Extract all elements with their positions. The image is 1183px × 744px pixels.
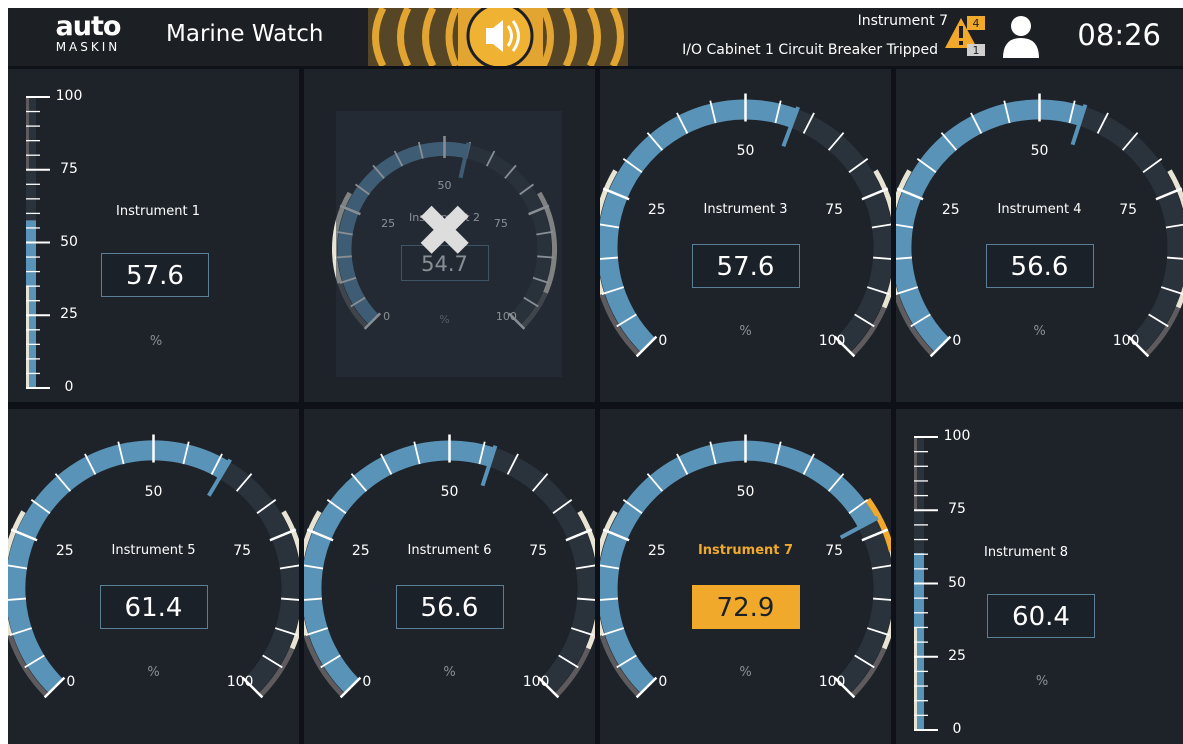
dial-gauge	[8, 434, 299, 699]
instrument-panel-3[interactable]: Instrument 3 57.6% 0 25 50 75 100	[600, 69, 891, 402]
bar-tick-label: 50	[60, 233, 78, 250]
dial-gauge	[600, 93, 891, 358]
instrument-panel-4[interactable]: Instrument 4 56.6% 0 25 50 75 100	[896, 69, 1183, 402]
bar-tick-label: 100	[55, 88, 83, 104]
alarm-active-count: 4	[973, 17, 980, 30]
gauge-tick-label: 75	[825, 542, 844, 559]
alarm-message[interactable]: I/O Cabinet 1 Circuit Breaker Tripped	[682, 42, 938, 58]
bar-limit-high	[914, 437, 917, 511]
gauge-tick-label: 25	[941, 201, 960, 218]
alarm-ack-count: 1	[973, 44, 980, 57]
gauge-tick-label: 100	[818, 674, 846, 691]
instrument-value: 57.6	[101, 253, 209, 297]
dial-gauge	[600, 434, 891, 699]
gauge-tick-label: 50	[736, 483, 755, 500]
bar-tick-label: 75	[948, 501, 966, 518]
disabled-x-icon: ✖	[414, 189, 475, 273]
bar-tick-label: 75	[60, 160, 78, 177]
gauge-tick-label: 100	[1112, 333, 1140, 350]
gauge-tick-label: 50	[736, 142, 755, 159]
clock: 08:26	[1077, 18, 1161, 52]
gauge-value-arc	[304, 440, 495, 694]
gauge-tick-label: 100	[226, 674, 254, 691]
gauge-tick-label: 100	[522, 674, 550, 691]
app-frame: auto MASKIN Marine Watch Instrument 7 I/…	[8, 8, 1183, 744]
gauge-tick-label: 75	[529, 542, 548, 559]
gauge-value-arc	[896, 99, 1085, 353]
alarm-instrument-name: Instrument 7	[857, 13, 948, 29]
bar-tick-label: 50	[948, 574, 966, 591]
app-title: Marine Watch	[166, 21, 324, 47]
instrument-panel-2[interactable]: Instrument 254.7%0255075100✖	[304, 69, 595, 402]
bar-tick-label: 0	[64, 379, 74, 395]
instrument-panel-5[interactable]: Instrument 5 61.4% 0 25 50 75 100	[8, 409, 299, 744]
bar-tick-label: 100	[943, 428, 971, 444]
horn-icon[interactable]	[338, 8, 668, 66]
gauge-tick-label: 0	[66, 674, 76, 691]
instrument-value: 60.4	[987, 594, 1095, 638]
instrument-panel-1[interactable]: Instrument 1 57.6% 100 75 50 25 0	[8, 69, 299, 402]
gauge-tick-label: 50	[144, 483, 163, 500]
gauge-tick-label: 0	[658, 333, 668, 350]
user-icon[interactable]	[1001, 14, 1041, 58]
gauge-tick-label: 25	[55, 542, 74, 559]
instrument-unit: %	[1035, 674, 1049, 689]
gauge-tick-label: 100	[818, 333, 846, 350]
gauge-tick-label: 0	[952, 333, 962, 350]
bar-limit-low	[26, 286, 29, 388]
gauge-tick-label: 75	[233, 542, 252, 559]
dial-gauge	[896, 93, 1183, 358]
instrument-panel-8[interactable]: Instrument 8 60.4% 100 75 50 25 0	[896, 409, 1183, 744]
instrument-name: Instrument 1	[116, 204, 200, 219]
logo-top-text: auto	[55, 11, 122, 42]
alarm-warning-icon[interactable]: 4 1	[943, 14, 991, 58]
bar-tick-label: 25	[60, 306, 78, 323]
gauge-tick-label: 25	[647, 201, 666, 218]
gauge-tick-label: 0	[362, 674, 372, 691]
dial-gauge	[304, 434, 595, 699]
logo: auto MASKIN	[43, 11, 133, 62]
gauge-value-arc	[600, 99, 798, 353]
instrument-unit: %	[149, 334, 163, 349]
gauge-tick-label: 50	[440, 483, 459, 500]
gauge-tick-label: 25	[647, 542, 666, 559]
gauge-tick-label: 0	[658, 674, 668, 691]
top-bar: auto MASKIN Marine Watch Instrument 7 I/…	[8, 8, 1183, 66]
gauge-tick-label: 25	[351, 542, 370, 559]
gauge-tick-label: 50	[1030, 142, 1049, 159]
bar-limit-high	[26, 97, 29, 170]
gauge-tick-label: 75	[1119, 201, 1138, 218]
logo-bottom-text: MASKIN	[55, 40, 121, 54]
bar-limit-low	[914, 627, 917, 730]
instrument-panel-7[interactable]: Instrument 7 72.9% 0 25 50 75 100	[600, 409, 891, 744]
bar-tick-label: 25	[948, 647, 966, 664]
instrument-panel-6[interactable]: Instrument 6 56.6% 0 25 50 75 100	[304, 409, 595, 744]
bar-tick-label: 0	[952, 721, 962, 737]
gauge-tick-label: 75	[825, 201, 844, 218]
instrument-name: Instrument 8	[984, 545, 1068, 560]
gauge-value-arc	[8, 440, 230, 694]
